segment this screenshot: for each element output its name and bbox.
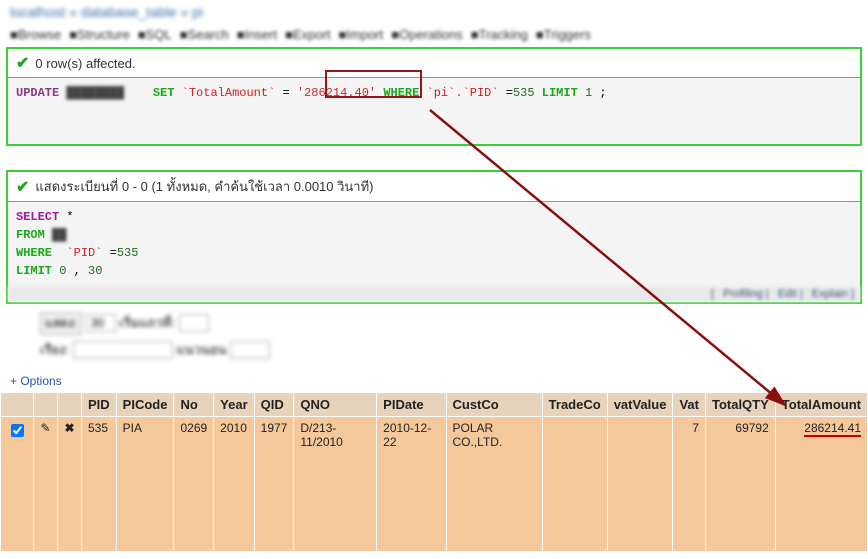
col-pid[interactable]: PID bbox=[82, 393, 117, 417]
sql-query-1: UPDATE ████████ SET `TotalAmount` = '286… bbox=[8, 78, 860, 144]
col-picode[interactable]: PICode bbox=[116, 393, 174, 417]
start-input[interactable] bbox=[179, 314, 209, 332]
cell-pidate[interactable]: 2010-12-22 bbox=[377, 417, 446, 552]
sort-input[interactable] bbox=[73, 341, 173, 359]
cell-picode[interactable]: PIA bbox=[116, 417, 174, 552]
col-vat[interactable]: Vat bbox=[673, 393, 706, 417]
cell-no[interactable]: 0269 bbox=[174, 417, 214, 552]
col-no[interactable]: No bbox=[174, 393, 214, 417]
table-row: ✎ ✖ 535 PIA 0269 2010 1977 D/213-11/2010… bbox=[1, 417, 868, 552]
orient-input[interactable] bbox=[230, 341, 270, 359]
col-qid[interactable]: QID bbox=[254, 393, 294, 417]
status-text: 0 row(s) affected. bbox=[35, 56, 135, 71]
result-panel-1: ✔ 0 row(s) affected. UPDATE ████████ SET… bbox=[6, 47, 862, 146]
panel-2-header: ✔ แสดงระเบียนที่ 0 - 0 (1 ทั้งหมด, คำค้น… bbox=[8, 172, 860, 202]
status-text-2: แสดงระเบียนที่ 0 - 0 (1 ทั้งหมด, คำค้นใช… bbox=[35, 176, 373, 197]
cell-qno[interactable]: D/213-11/2010 bbox=[294, 417, 377, 552]
rows-input[interactable] bbox=[86, 314, 116, 332]
cell-vat[interactable]: 7 bbox=[673, 417, 706, 552]
col-edit bbox=[34, 393, 58, 417]
profiling-link[interactable]: Profiling bbox=[723, 288, 763, 300]
cell-vatvalue[interactable] bbox=[607, 417, 673, 552]
cell-tradeco[interactable] bbox=[542, 417, 607, 552]
cell-pid[interactable]: 535 bbox=[82, 417, 117, 552]
toolbar: ■Browse■Structure■SQL■Search■Insert■Expo… bbox=[0, 24, 868, 45]
col-pidate[interactable]: PIDate bbox=[377, 393, 446, 417]
cell-year[interactable]: 2010 bbox=[214, 417, 254, 552]
show-button[interactable]: แสดง: bbox=[40, 312, 82, 335]
results-table: PID PICode No Year QID QNO PIDate CustCo… bbox=[0, 392, 868, 552]
check-icon: ✔ bbox=[16, 177, 29, 197]
edit-icon[interactable]: ✎ bbox=[34, 417, 58, 552]
table-header-row: PID PICode No Year QID QNO PIDate CustCo… bbox=[1, 393, 868, 417]
check-icon: ✔ bbox=[16, 53, 29, 73]
col-delete bbox=[58, 393, 82, 417]
col-totalamount[interactable]: TotalAmount bbox=[775, 393, 867, 417]
col-custco[interactable]: CustCo bbox=[446, 393, 542, 417]
delete-icon[interactable]: ✖ bbox=[58, 417, 82, 552]
panel-1-header: ✔ 0 row(s) affected. bbox=[8, 49, 860, 78]
display-controls: แสดง: เริ่มแถวที่: เรียง: แนวนอน bbox=[0, 306, 868, 370]
col-check bbox=[1, 393, 34, 417]
cell-qid[interactable]: 1977 bbox=[254, 417, 294, 552]
options-toggle[interactable]: + Options bbox=[0, 370, 868, 392]
breadcrumb: localhost » database_table » pi bbox=[0, 0, 868, 24]
explain-link[interactable]: Explain bbox=[812, 288, 848, 300]
col-qno[interactable]: QNO bbox=[294, 393, 377, 417]
row-checkbox[interactable] bbox=[11, 424, 24, 437]
result-panel-2: ✔ แสดงระเบียนที่ 0 - 0 (1 ทั้งหมด, คำค้น… bbox=[6, 170, 862, 304]
col-tradeco[interactable]: TradeCo bbox=[542, 393, 607, 417]
sql-query-2: SELECT * FROM ██ WHERE `PID` =535 LIMIT … bbox=[8, 202, 860, 286]
cell-custco[interactable]: POLAR CO.,LTD. bbox=[446, 417, 542, 552]
col-vatvalue[interactable]: vatValue bbox=[607, 393, 673, 417]
panel-2-footer: [ Profiling | Edit | Explain ] bbox=[8, 286, 860, 302]
col-year[interactable]: Year bbox=[214, 393, 254, 417]
cell-totalamount[interactable]: 286214.41 bbox=[775, 417, 867, 552]
col-totalqty[interactable]: TotalQTY bbox=[705, 393, 775, 417]
edit-link[interactable]: Edit bbox=[778, 288, 797, 300]
cell-totalqty[interactable]: 69792 bbox=[705, 417, 775, 552]
